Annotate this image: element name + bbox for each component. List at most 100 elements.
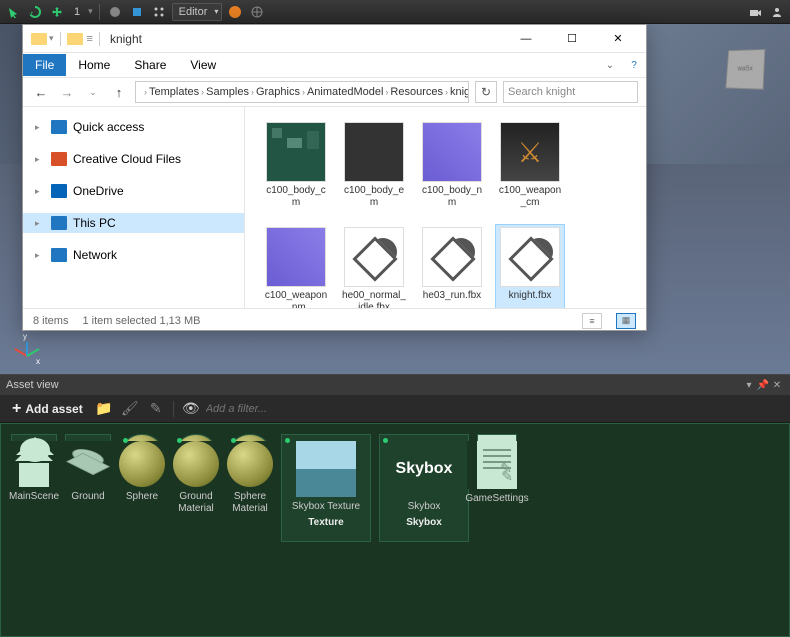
breadcrumb[interactable]: Resources: [390, 86, 443, 98]
breadcrumb-bar[interactable]: › Templates› Samples› Graphics› Animated…: [135, 81, 469, 103]
asset-panel-header[interactable]: Asset view ▾ 📌 ✕: [0, 375, 790, 395]
nav-item[interactable]: ▸ Creative Cloud Files: [23, 149, 244, 169]
cursor-tool-icon[interactable]: [4, 3, 22, 21]
file-name: c100_body_em: [342, 185, 406, 209]
asset-item[interactable]: MainScene Scene: [11, 434, 57, 480]
star-icon: [51, 120, 67, 134]
back-button[interactable]: ←: [31, 85, 51, 100]
breadcrumb[interactable]: Templates: [149, 86, 199, 98]
asset-name: Ground: [71, 491, 104, 503]
wireframe-icon[interactable]: [248, 3, 266, 21]
file-item[interactable]: c100_weapon_cm: [495, 119, 565, 212]
snap-dropdown-icon[interactable]: ▾: [88, 6, 93, 17]
file-item[interactable]: knight.fbx: [495, 224, 565, 308]
file-item[interactable]: he00_normal_idle.fbx: [339, 224, 409, 308]
ribbon-tab-home[interactable]: Home: [66, 54, 122, 76]
undo-icon[interactable]: [26, 3, 44, 21]
asset-name: Sphere: [126, 491, 158, 503]
asset-thumbnail: Skybox: [384, 441, 464, 497]
add-asset-button[interactable]: + Add asset: [8, 399, 87, 419]
particles-icon[interactable]: [150, 3, 168, 21]
asset-name: Skybox Texture: [292, 501, 360, 513]
status-item-count: 8 items: [33, 315, 68, 327]
asset-thumbnail: [467, 441, 527, 489]
camera-icon[interactable]: [746, 3, 764, 21]
nav-label: Quick access: [73, 120, 144, 134]
file-item[interactable]: he03_run.fbx: [417, 224, 487, 308]
file-item[interactable]: c100_body_cm: [261, 119, 331, 212]
panel-pin-icon[interactable]: 📌: [756, 380, 770, 391]
user-icon[interactable]: [768, 3, 786, 21]
asset-item[interactable]: Ground Procedural M...: [65, 434, 111, 480]
asset-item[interactable]: Sphere Procedural M...: [119, 434, 165, 480]
ribbon-tab-view[interactable]: View: [178, 54, 228, 76]
breadcrumb[interactable]: Samples: [206, 86, 249, 98]
breadcrumb[interactable]: knight: [450, 86, 469, 98]
search-placeholder: Search knight: [508, 86, 575, 98]
nav-item[interactable]: ▸ Network: [23, 245, 244, 265]
file-item[interactable]: c100_body_em: [339, 119, 409, 212]
asset-item[interactable]: Sphere Material Material: [227, 434, 273, 480]
asset-thumbnail: [4, 441, 64, 487]
file-item[interactable]: c100_body_nm: [417, 119, 487, 212]
help-icon[interactable]: ?: [622, 60, 646, 71]
folder-icon: [31, 33, 47, 45]
minimize-button[interactable]: —: [506, 25, 546, 53]
panel-dropdown-icon[interactable]: ▾: [742, 380, 756, 391]
nav-item[interactable]: ▸ This PC: [23, 213, 244, 233]
snap-value: 1: [70, 6, 84, 18]
asset-item[interactable]: Skybox Texture Texture: [281, 434, 371, 542]
breadcrumb[interactable]: Graphics: [256, 86, 300, 98]
camera-mode-dropdown[interactable]: Editor: [172, 3, 223, 21]
forward-button[interactable]: →: [57, 85, 77, 100]
asset-type: Skybox: [406, 517, 442, 529]
tb-up-icon[interactable]: ≡: [87, 33, 93, 45]
asset-panel-title: Asset view: [6, 379, 59, 391]
ribbon-tab-share[interactable]: Share: [122, 54, 178, 76]
brush-icon[interactable]: 🖌: [121, 400, 139, 418]
explorer-titlebar[interactable]: ▾ ≡ knight — ☐ ✕: [23, 25, 646, 53]
edit-icon[interactable]: ✎: [147, 400, 165, 418]
breadcrumb[interactable]: AnimatedModel: [307, 86, 383, 98]
asset-item[interactable]: GameSettings Game Settings: [477, 434, 517, 482]
details-view-button[interactable]: ≡: [582, 313, 602, 329]
filter-input[interactable]: [206, 403, 326, 415]
asset-item[interactable]: Skybox Skybox Skybox: [379, 434, 469, 542]
file-item[interactable]: c100_weapon_nm: [261, 224, 331, 308]
viewport-object[interactable]: [725, 49, 765, 90]
explorer-statusbar: 8 items 1 item selected 1,13 MB ≡ ▦: [23, 308, 646, 332]
maximize-button[interactable]: ☐: [552, 25, 592, 53]
recent-dropdown-icon[interactable]: ⌄: [83, 87, 103, 98]
asset-thumbnail: [220, 441, 280, 487]
up-button[interactable]: ↑: [109, 85, 129, 100]
axis-gizmo[interactable]: y x: [18, 334, 48, 364]
import-icon[interactable]: 📁: [95, 400, 113, 418]
material-icon[interactable]: [226, 3, 244, 21]
ribbon-tab-file[interactable]: File: [23, 54, 66, 76]
file-name: c100_body_cm: [264, 185, 328, 209]
editor-toolbar: 1 ▾ Editor: [0, 0, 790, 24]
move-tool-icon[interactable]: [48, 3, 66, 21]
asset-grid[interactable]: MainScene Scene Ground Procedural M... S…: [0, 423, 790, 637]
ribbon-expand-icon[interactable]: ⌄: [598, 60, 622, 71]
file-thumbnail: [500, 227, 560, 287]
explorer-file-grid[interactable]: c100_body_cm c100_body_em c100_body_nm c…: [245, 107, 646, 308]
asset-item[interactable]: Ground Material Material: [173, 434, 219, 480]
panel-close-icon[interactable]: ✕: [770, 380, 784, 391]
folder-icon: [67, 33, 83, 45]
icons-view-button[interactable]: ▦: [616, 313, 636, 329]
eye-icon[interactable]: 👁: [182, 400, 200, 418]
close-button[interactable]: ✕: [598, 25, 638, 53]
cube-tool-icon[interactable]: [128, 3, 146, 21]
refresh-button[interactable]: ↻: [475, 81, 497, 103]
tb-chevron-icon[interactable]: ▾: [49, 33, 54, 44]
asset-name: MainScene: [9, 491, 59, 503]
nav-item[interactable]: ▸ Quick access: [23, 117, 244, 137]
asset-name: Ground Material: [178, 491, 214, 515]
asset-thumbnail: [166, 441, 226, 487]
gizmo-icon[interactable]: [106, 3, 124, 21]
explorer-nav-pane: ▸ Quick access ▸ Creative Cloud Files ▸ …: [23, 107, 245, 308]
search-input[interactable]: Search knight: [503, 81, 638, 103]
file-name: he00_normal_idle.fbx: [342, 290, 406, 308]
nav-item[interactable]: ▸ OneDrive: [23, 181, 244, 201]
